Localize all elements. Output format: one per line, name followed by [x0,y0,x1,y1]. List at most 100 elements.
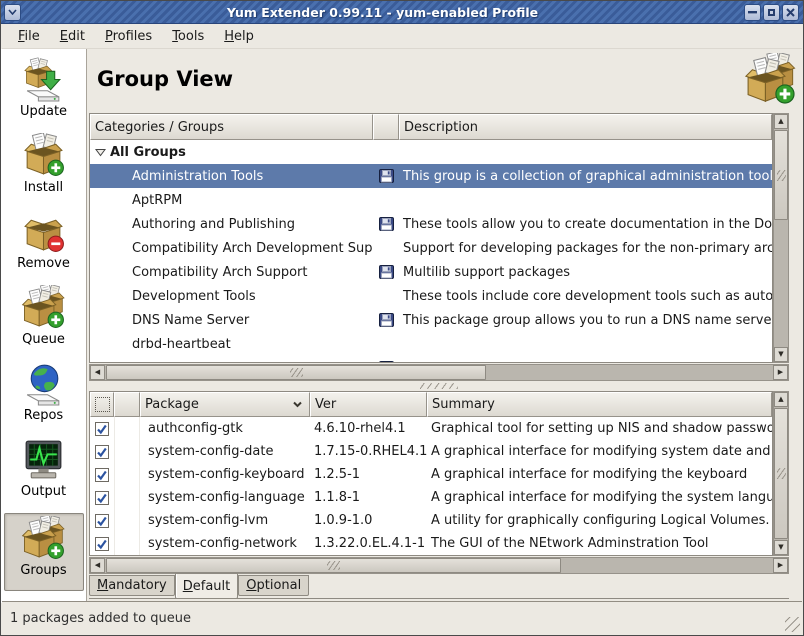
scrollbar-thumb[interactable] [106,558,561,573]
resize-grip[interactable] [785,617,800,632]
group-row[interactable]: DNS Name Server This package group allow… [90,308,772,332]
column-header-package[interactable]: Package [140,392,310,417]
group-row[interactable]: drbd-heartbeat [90,332,772,356]
package-row[interactable]: system-config-date 1.7.15-0.RHEL4.1 A gr… [90,440,772,463]
close-icon [786,8,795,17]
menu-item[interactable]: Profiles [95,26,162,47]
package-name: system-config-network [140,536,310,551]
package-row[interactable]: system-config-keyboard 1.2.5-1 A graphic… [90,463,772,486]
group-row[interactable]: Administration Tools This group is a col… [90,164,772,188]
scrollbar-thumb[interactable] [774,408,788,539]
menu-item[interactable]: Help [214,26,264,47]
expander-triangle-icon[interactable] [95,148,110,157]
group-row[interactable]: Compatibility Arch Support Multilib supp… [90,260,772,284]
menubar: File Edit Profiles Tools Help [2,24,802,49]
group-description: This package group allows you to run a D… [399,313,772,328]
sidebar-item-repos[interactable]: Repos [4,361,84,437]
package-summary: A graphical interface for modifying syst… [427,444,772,459]
groups-boxes-plus-icon [744,53,797,106]
column-header-icon[interactable] [373,114,399,140]
packages-table-body: authconfig-gtk 4.6.10-rhel4.1 Graphical … [90,417,772,555]
tab[interactable]: Mandatory [89,575,175,596]
package-row[interactable]: system-config-lvm 1.0.9-1.0 A utility fo… [90,509,772,532]
group-name: Editors [132,361,177,364]
package-spacer-cell [114,532,140,555]
menu-item-label: Profiles [105,29,152,44]
repos-globe-drive-icon [21,361,66,406]
sidebar-item-install[interactable]: Install [4,133,84,209]
group-row[interactable]: Editors Sometimes called text editors, t… [90,356,772,363]
group-icon-cell [373,145,399,159]
group-row[interactable]: Compatibility Arch Development Support S… [90,236,772,260]
sidebar-item-groups[interactable]: Groups [4,513,84,591]
scroll-left-arrow[interactable]: ◀ [90,365,105,380]
group-icon-cell [373,361,399,363]
groups-table-header: Categories / Groups Description [90,114,772,140]
scroll-down-arrow[interactable]: ▼ [774,540,788,555]
package-spacer-cell [114,509,140,532]
yum-extender-window: Yum Extender 0.99.11 - yum-enabled Profi… [0,0,804,636]
checkbox-checked[interactable] [95,537,109,551]
package-name: system-config-date [140,444,310,459]
menu-item[interactable]: File [8,26,50,47]
sidebar-item-output[interactable]: Output [4,437,84,513]
groups-horizontal-scrollbar[interactable]: ◀ ▶ [89,364,789,381]
package-checkbox-cell [90,445,114,459]
checkbox-checked[interactable] [95,514,109,528]
packages-horizontal-scrollbar[interactable]: ◀ ▶ [89,557,789,574]
window-menu-button[interactable] [4,4,21,21]
page-title: Group View [97,67,233,91]
pane-splitter[interactable] [89,381,789,390]
checkbox-checked[interactable] [95,468,109,482]
menu-item[interactable]: Edit [50,26,95,47]
scrollbar-thumb[interactable] [774,130,788,220]
scrollbar-thumb[interactable] [106,365,486,380]
sidebar-item-queue[interactable]: Queue [4,285,84,361]
checkbox-checked[interactable] [95,491,109,505]
packages-vertical-scrollbar[interactable]: ▲ ▼ [773,391,789,556]
titlebar[interactable]: Yum Extender 0.99.11 - yum-enabled Profi… [1,1,803,24]
package-row[interactable]: authconfig-gtk 4.6.10-rhel4.1 Graphical … [90,417,772,440]
tab-label: Optional [246,578,301,593]
scroll-up-arrow[interactable]: ▲ [774,114,788,129]
column-header-categories-groups[interactable]: Categories / Groups [90,114,373,140]
group-row[interactable]: Authoring and Publishing These tools all… [90,212,772,236]
update-box-icon [21,57,66,102]
groups-boxes-plus-icon [21,516,66,561]
column-header-checkbox[interactable] [90,392,114,417]
floppy-disk-icon [379,169,394,183]
checkbox-checked[interactable] [95,422,109,436]
package-row[interactable]: system-config-network 1.3.22.0.EL.4.1-1 … [90,532,772,555]
column-header-spacer[interactable] [114,392,140,417]
tab[interactable]: Optional [238,575,309,596]
menu-item[interactable]: Tools [162,26,214,47]
group-name: Authoring and Publishing [132,217,295,232]
package-row[interactable]: system-config-language 1.1.8-1 A graphic… [90,486,772,509]
close-button[interactable] [782,4,799,21]
scroll-up-arrow[interactable]: ▲ [774,392,788,407]
sidebar-item-remove[interactable]: Remove [4,209,84,285]
checkbox-checked[interactable] [95,445,109,459]
group-row[interactable]: All Groups [90,140,772,164]
column-header-ver[interactable]: Ver [310,392,427,417]
scroll-left-arrow[interactable]: ◀ [90,558,105,573]
sidebar-item-label: Remove [17,256,70,271]
tab[interactable]: Default [175,573,239,599]
group-description: These tools include core development too… [399,289,772,304]
group-name: DNS Name Server [132,313,249,328]
group-row[interactable]: Development Tools These tools include co… [90,284,772,308]
maximize-button[interactable] [763,4,780,21]
groups-vertical-scrollbar[interactable]: ▲ ▼ [773,113,789,363]
group-icon-cell [373,265,399,279]
column-header-description[interactable]: Description [399,114,772,140]
scroll-right-arrow[interactable]: ▶ [773,365,788,380]
group-name-cell: Authoring and Publishing [90,217,373,232]
scroll-down-arrow[interactable]: ▼ [774,347,788,362]
minimize-button[interactable] [744,4,761,21]
scroll-right-arrow[interactable]: ▶ [773,558,788,573]
sidebar-item-update[interactable]: Update [4,57,84,133]
group-icon-cell [373,193,399,207]
column-header-summary[interactable]: Summary [427,392,772,417]
group-name: Administration Tools [132,169,263,184]
group-row[interactable]: AptRPM [90,188,772,212]
